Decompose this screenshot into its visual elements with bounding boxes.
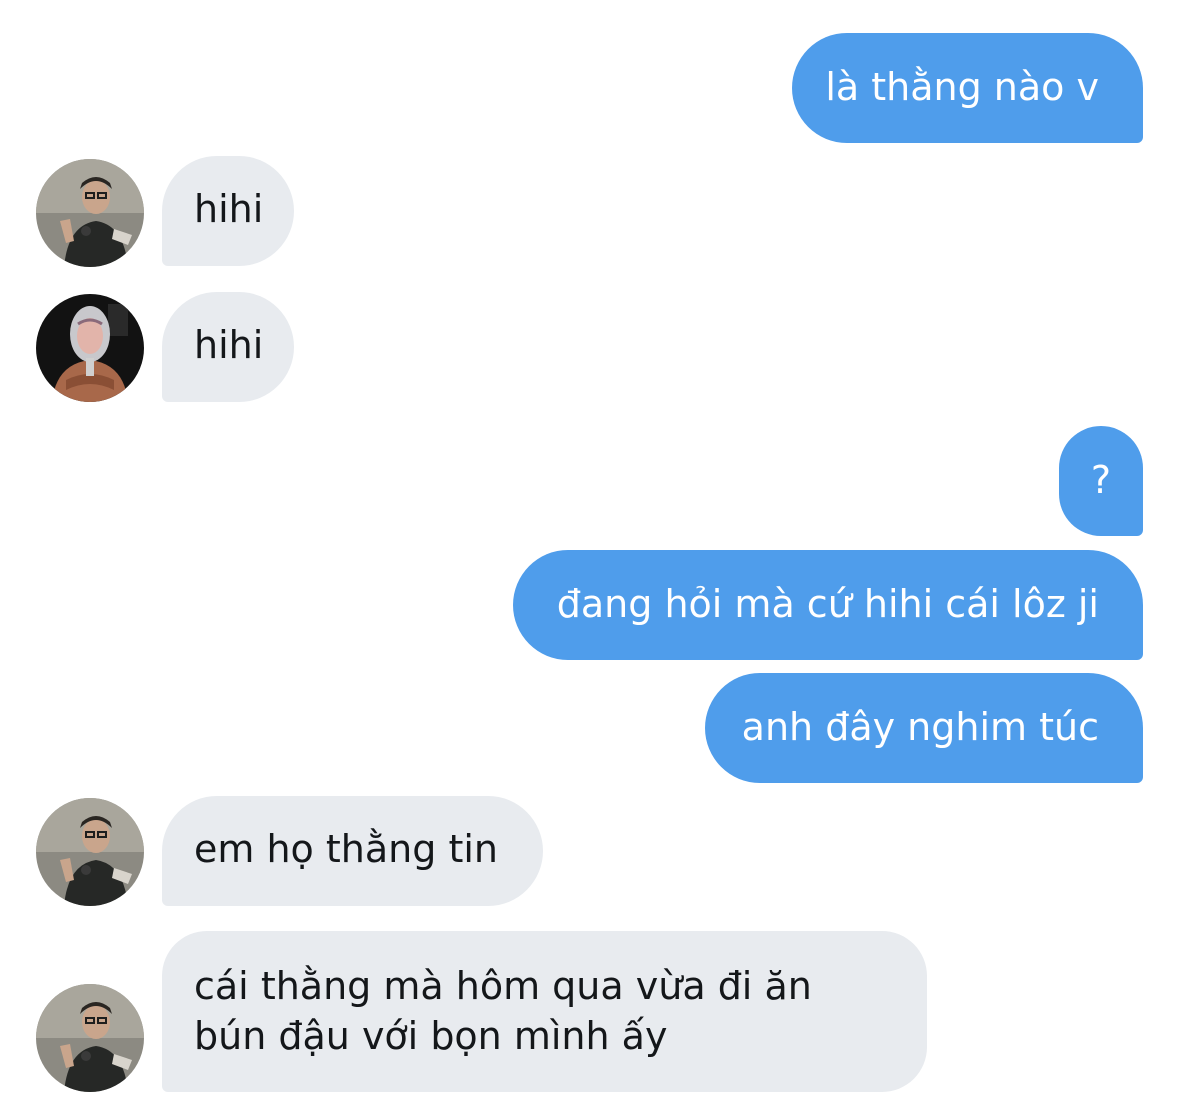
- outgoing-message-bubble[interactable]: là thằng nào v: [792, 33, 1143, 143]
- message-text: em họ thằng tin: [194, 827, 498, 871]
- person-photo-avatar-icon: [36, 798, 144, 906]
- contact-avatar[interactable]: [36, 798, 144, 906]
- incoming-message-bubble[interactable]: em họ thằng tin: [162, 796, 543, 906]
- person-photo-avatar-icon: [36, 159, 144, 267]
- message-text: hihi: [194, 187, 264, 231]
- message-text: ?: [1090, 458, 1111, 502]
- message-text-line: cái thằng mà hôm qua vừa đi ăn: [194, 964, 812, 1008]
- contact-avatar[interactable]: [36, 294, 144, 402]
- contact-avatar[interactable]: [36, 159, 144, 267]
- outgoing-message-bubble[interactable]: ?: [1059, 426, 1143, 536]
- outgoing-message-bubble[interactable]: đang hỏi mà cứ hihi cái lôz ji: [513, 550, 1143, 660]
- message-text: hihi: [194, 323, 264, 367]
- person-photo-avatar-icon: [36, 984, 144, 1092]
- incoming-message-bubble[interactable]: hihi: [162, 292, 294, 402]
- incoming-message-bubble[interactable]: cái thằng mà hôm qua vừa đi ăn bún đậu v…: [162, 931, 927, 1092]
- incoming-message-bubble[interactable]: hihi: [162, 156, 294, 266]
- message-text: là thằng nào v: [825, 65, 1099, 109]
- message-text-line: bún đậu với bọn mình ấy: [194, 1014, 668, 1058]
- hooded-person-photo-avatar-icon: [36, 294, 144, 402]
- message-text: đang hỏi mà cứ hihi cái lôz ji: [556, 582, 1099, 626]
- conversation: là thằng nào v hihi hihi ? đang hỏi mà c…: [0, 0, 1179, 1104]
- outgoing-message-bubble[interactable]: anh đây nghim túc: [705, 673, 1143, 783]
- message-text: anh đây nghim túc: [741, 705, 1099, 749]
- contact-avatar[interactable]: [36, 984, 144, 1092]
